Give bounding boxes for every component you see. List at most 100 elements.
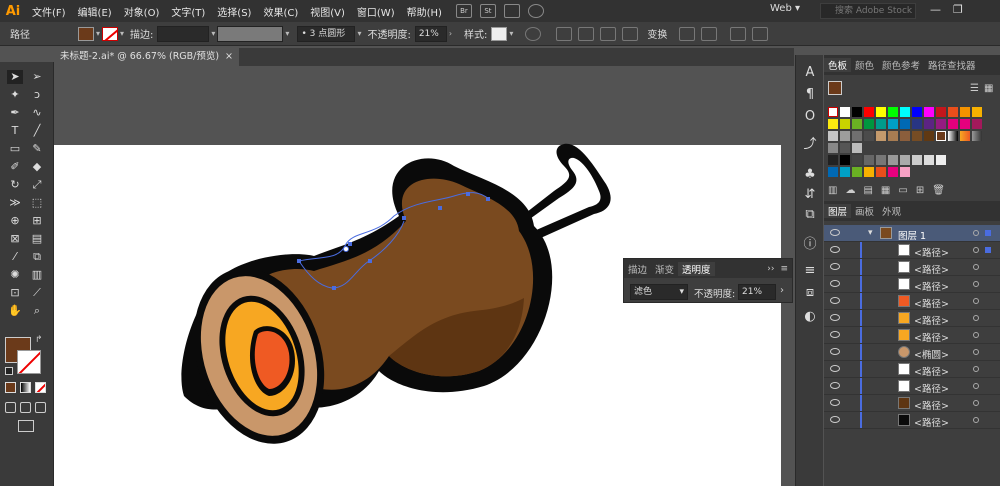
target-icon[interactable]	[973, 417, 979, 423]
panel-menu-icon[interactable]: ≡	[780, 264, 788, 274]
current-fill-swatch[interactable]	[828, 81, 842, 95]
opacity-input[interactable]: 21%	[738, 284, 776, 300]
swatch[interactable]	[840, 107, 850, 117]
document-tab[interactable]: 未标题-2.ai* @ 66.67% (RGB/预览) ×	[54, 48, 239, 66]
chevron-down-icon[interactable]: ▾	[285, 29, 289, 38]
swatch[interactable]	[888, 167, 898, 177]
grid-view-icon[interactable]: ▦	[984, 83, 993, 94]
delete-swatch-icon[interactable]: 🗑	[932, 185, 945, 196]
graphic-style-swatch[interactable]	[491, 26, 508, 41]
swatch[interactable]	[852, 131, 862, 141]
swatch[interactable]	[828, 119, 838, 129]
menu-select[interactable]: 选择(S)	[211, 4, 257, 19]
anchor-point[interactable]	[438, 206, 442, 210]
menu-edit[interactable]: 编辑(E)	[72, 4, 118, 19]
gradient-mode-icon[interactable]	[20, 382, 31, 393]
brush-definition[interactable]: • 3 点圆形	[297, 25, 356, 42]
rectangle-tool-icon[interactable]: ▭	[7, 142, 23, 156]
tab-stroke[interactable]: 描边	[624, 262, 651, 276]
swatch[interactable]	[864, 155, 874, 165]
swatch[interactable]	[876, 155, 886, 165]
list-view-icon[interactable]: ☰	[970, 83, 979, 94]
chevron-down-icon[interactable]: ▾	[357, 29, 361, 38]
anchor-point[interactable]	[402, 216, 406, 220]
visibility-eye-icon[interactable]	[830, 382, 840, 389]
layer-label[interactable]: <路径>	[914, 415, 949, 429]
visibility-eye-icon[interactable]	[830, 297, 840, 304]
swatch[interactable]	[900, 119, 910, 129]
swatch[interactable]	[960, 119, 970, 129]
chevron-down-icon[interactable]: ▾	[211, 29, 215, 38]
anchor-point[interactable]	[297, 259, 301, 263]
visibility-eye-icon[interactable]	[830, 229, 840, 236]
swatch[interactable]	[900, 167, 910, 177]
expand-panel-icon[interactable]: ››	[767, 264, 774, 274]
mesh-tool-icon[interactable]: ⊠	[7, 232, 23, 246]
swatch-options-icon[interactable]: ▦	[881, 185, 890, 196]
swatch[interactable]	[936, 131, 946, 141]
visibility-eye-icon[interactable]	[830, 280, 840, 287]
visibility-eye-icon[interactable]	[830, 331, 840, 338]
menu-help[interactable]: 帮助(H)	[401, 4, 448, 19]
arrange-icon[interactable]	[730, 26, 747, 41]
sublayer-row[interactable]: <椭圆>	[824, 344, 1000, 361]
layer-label[interactable]: <路径>	[914, 330, 949, 344]
visibility-eye-icon[interactable]	[830, 314, 840, 321]
swatch[interactable]	[888, 107, 898, 117]
tab-transparency[interactable]: 透明度	[678, 261, 715, 276]
tab-color[interactable]: 颜色	[851, 58, 878, 72]
layer-row[interactable]: ▾ 图层 1	[824, 225, 1000, 242]
zoom-tool-icon[interactable]: ⌕	[29, 304, 45, 318]
swatch[interactable]	[876, 119, 886, 129]
magic-wand-tool-icon[interactable]: ✦	[7, 88, 23, 102]
anchor-point[interactable]	[486, 197, 490, 201]
swatch[interactable]	[936, 155, 946, 165]
swatch[interactable]	[900, 131, 910, 141]
sublayer-row[interactable]: <路径>	[824, 310, 1000, 327]
swatch[interactable]	[828, 155, 838, 165]
swatch[interactable]	[840, 167, 850, 177]
symbols-icon[interactable]: ♣	[802, 167, 818, 183]
sublayer-row[interactable]: <路径>	[824, 259, 1000, 276]
swatch[interactable]	[912, 119, 922, 129]
swatch[interactable]	[912, 131, 922, 141]
symbol-sprayer-tool-icon[interactable]: ✺	[7, 268, 23, 282]
select-similar-icon[interactable]	[701, 26, 718, 41]
sublayer-row[interactable]: <路径>	[824, 378, 1000, 395]
swatch[interactable]	[972, 107, 982, 117]
swatch-library-icon[interactable]: ▥	[828, 185, 837, 196]
swatch[interactable]	[972, 119, 982, 129]
visibility-eye-icon[interactable]	[830, 263, 840, 270]
align-center-icon[interactable]	[578, 26, 595, 41]
menu-window[interactable]: 窗口(W)	[351, 4, 401, 19]
tab-gradient[interactable]: 渐变	[651, 262, 678, 276]
lasso-tool-icon[interactable]: ↄ	[29, 88, 45, 102]
workspace-switcher[interactable]: Web ▾	[770, 3, 800, 14]
layer-label[interactable]: <路径>	[914, 364, 949, 378]
sublayer-row[interactable]: <路径>	[824, 361, 1000, 378]
sublayer-row[interactable]: <路径>	[824, 327, 1000, 344]
swatch[interactable]	[852, 119, 862, 129]
swatch[interactable]	[888, 119, 898, 129]
swatch[interactable]	[852, 167, 862, 177]
layer-label[interactable]: <路径>	[914, 398, 949, 412]
menu-object[interactable]: 对象(O)	[118, 4, 166, 19]
type-tool-icon[interactable]: T	[7, 124, 23, 138]
show-kinds-icon[interactable]: ▤	[863, 185, 872, 196]
swatch[interactable]	[840, 131, 850, 141]
slice-tool-icon[interactable]: ⟋	[29, 286, 45, 300]
menu-effect[interactable]: 效果(C)	[257, 4, 304, 19]
target-icon[interactable]	[973, 247, 979, 253]
swatch[interactable]	[924, 155, 934, 165]
target-icon[interactable]	[973, 298, 979, 304]
screen-mode-icon[interactable]	[18, 420, 34, 432]
opacity-input[interactable]: 21%	[414, 25, 447, 42]
swatch[interactable]	[852, 155, 862, 165]
selection-tool-icon[interactable]: ➤	[7, 70, 23, 84]
rotate-tool-icon[interactable]: ↻	[7, 178, 23, 192]
swatch[interactable]	[888, 155, 898, 165]
gpu-performance-icon[interactable]	[527, 4, 544, 18]
blend-tool-icon[interactable]: ⧉	[29, 250, 45, 264]
eyedropper-tool-icon[interactable]: ⁄	[7, 250, 23, 264]
target-icon[interactable]	[973, 366, 979, 372]
